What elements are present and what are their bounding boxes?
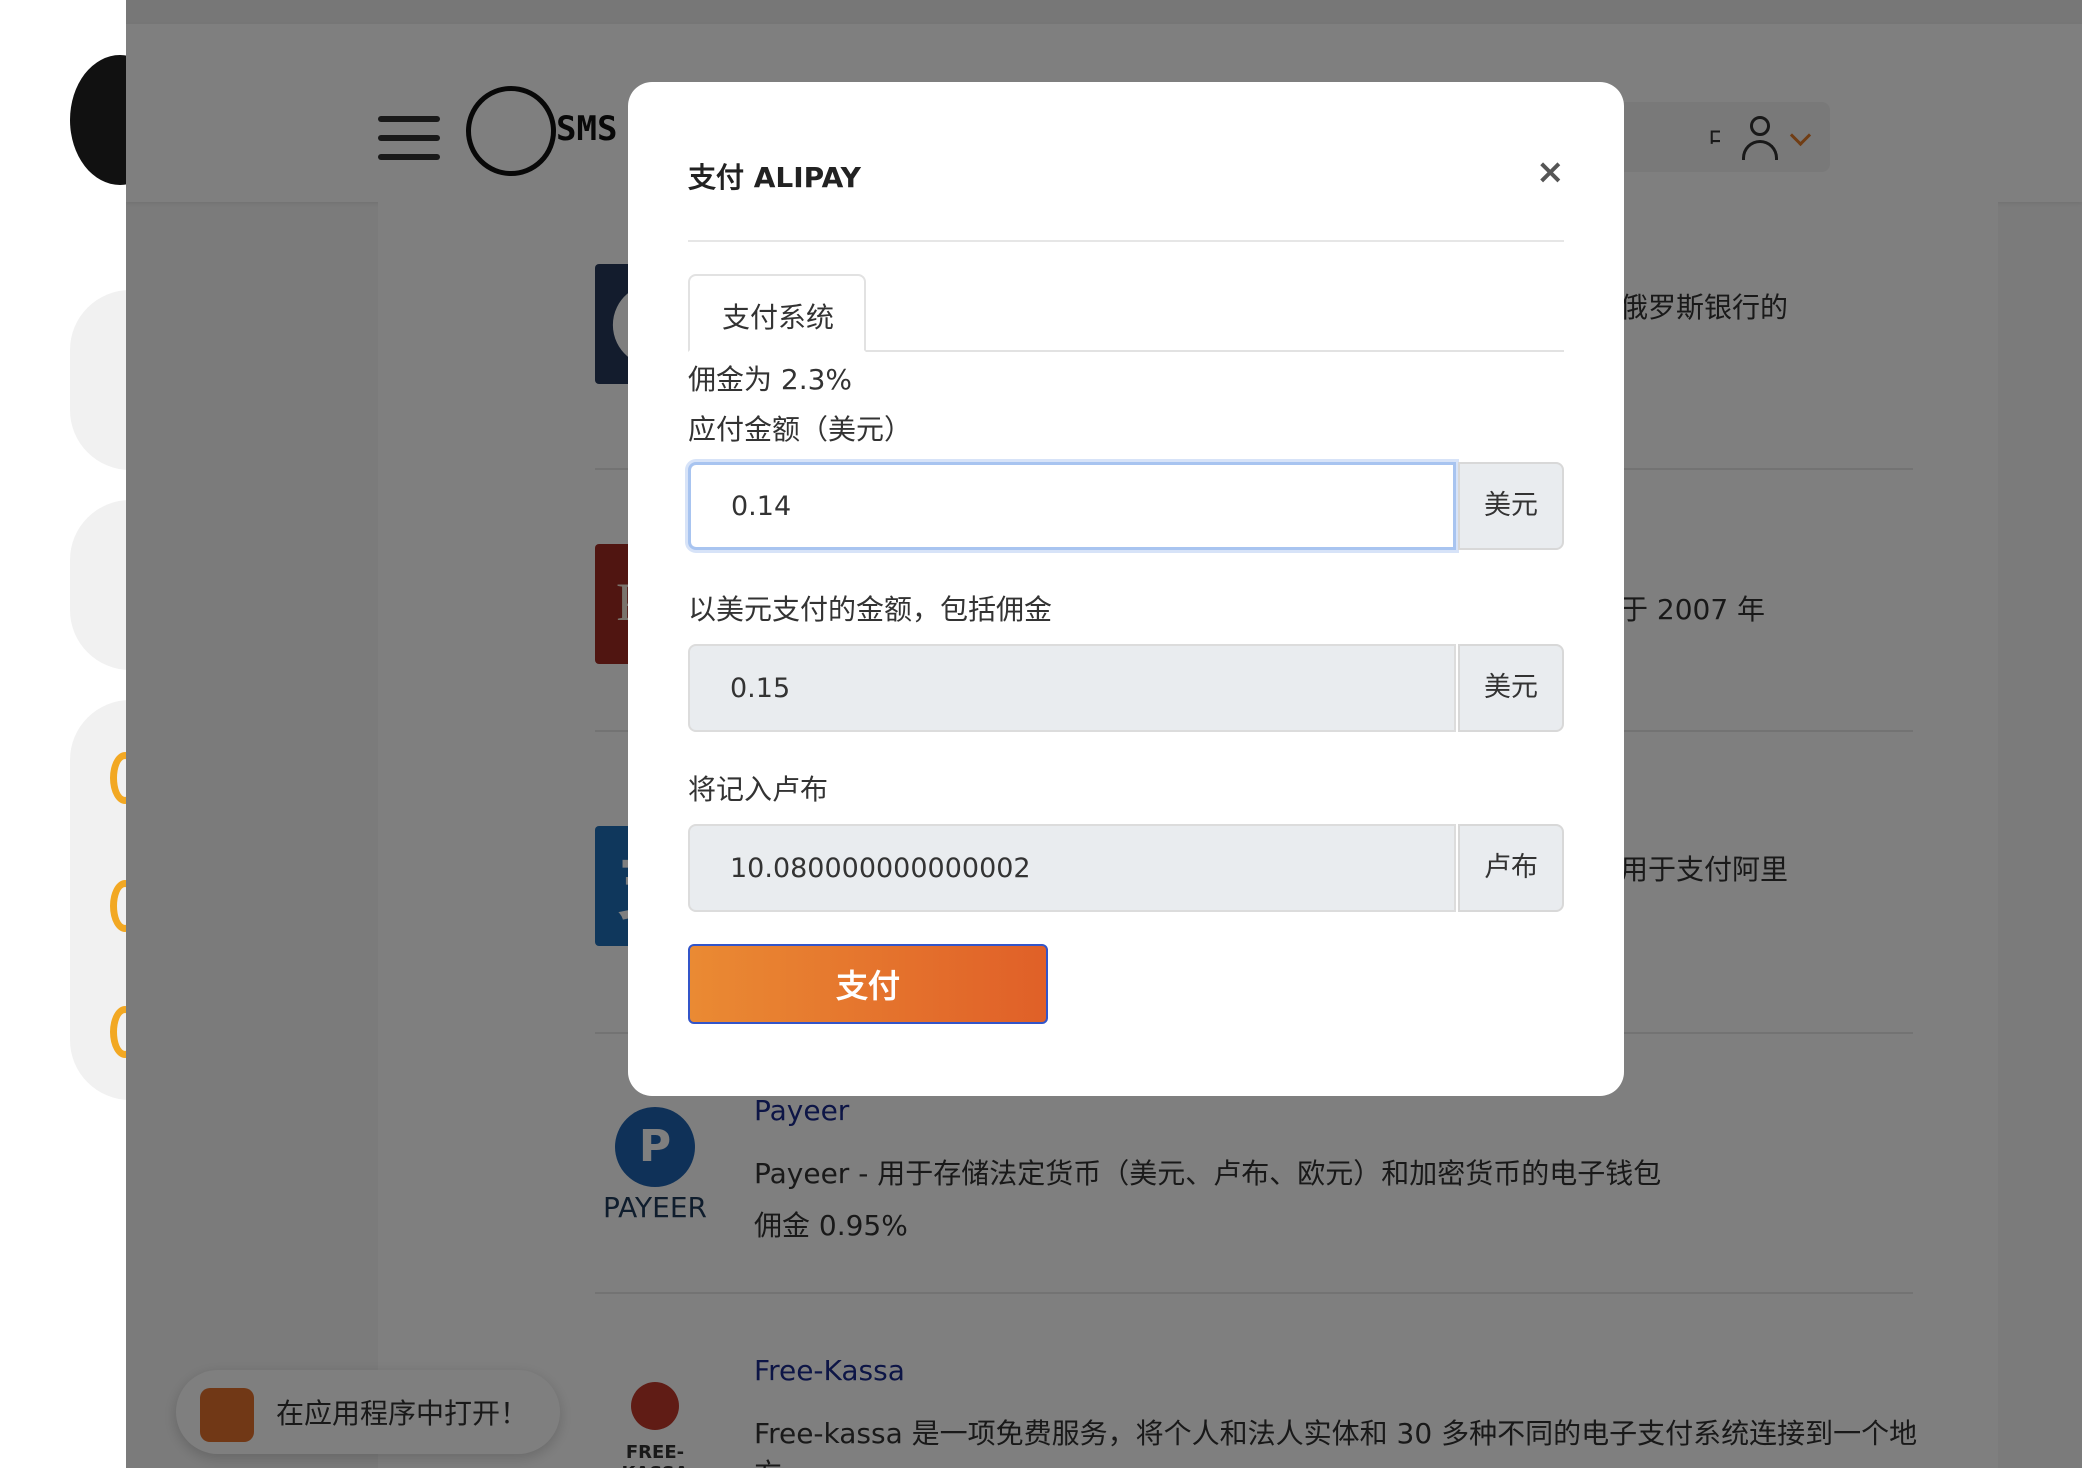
amount-unit: 美元 bbox=[1458, 462, 1564, 550]
credit-unit: 卢布 bbox=[1458, 824, 1564, 912]
tab-label: 支付系统 bbox=[722, 301, 835, 334]
modal-divider bbox=[688, 240, 1564, 242]
amount-label: 应付金额（美元） bbox=[688, 413, 913, 446]
total-amount-field bbox=[688, 644, 1456, 732]
amount-input[interactable] bbox=[688, 462, 1456, 550]
credit-amount-field bbox=[688, 824, 1456, 912]
close-icon[interactable]: × bbox=[1536, 152, 1565, 192]
commission-text: 佣金为 2.3% bbox=[688, 363, 853, 396]
payment-modal: 支付 ALIPAY × 支付系统 佣金为 2.3% 应付金额（美元） 美元 以美… bbox=[628, 82, 1624, 1096]
total-label: 以美元支付的金额，包括佣金 bbox=[688, 593, 1053, 626]
total-unit: 美元 bbox=[1458, 644, 1564, 732]
tab-payment-system[interactable]: 支付系统 bbox=[688, 274, 866, 352]
pay-button[interactable]: 支付 bbox=[688, 944, 1048, 1024]
modal-title: 支付 ALIPAY bbox=[688, 161, 861, 194]
credit-label: 将记入卢布 bbox=[688, 773, 829, 806]
left-panel bbox=[0, 0, 190, 1468]
